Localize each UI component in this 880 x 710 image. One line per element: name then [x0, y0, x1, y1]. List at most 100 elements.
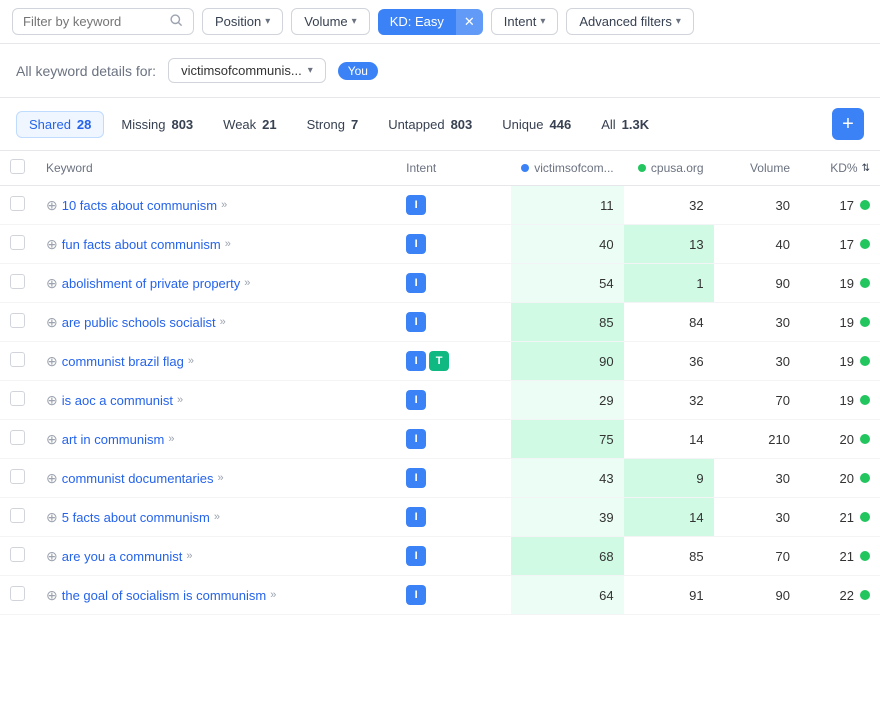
tab-unique[interactable]: Unique 446 [489, 111, 584, 138]
table-row: ⊕ communist brazil flag » IT90363019 [0, 342, 880, 381]
advanced-filters-button[interactable]: Advanced filters ▾ [566, 8, 694, 35]
kd-cell: 20 [800, 459, 880, 498]
kd-badge-label: KD: Easy [378, 9, 456, 34]
keyword-cell: ⊕ art in communism » [36, 420, 396, 459]
volume-cell: 30 [714, 186, 800, 225]
kd-value: 19 [840, 276, 854, 291]
intent-badge-t: T [429, 351, 449, 371]
row-checkbox-cell [0, 303, 36, 342]
chevron-down-icon: ▾ [352, 16, 357, 27]
keyword-link[interactable]: ⊕ fun facts about communism » [46, 236, 386, 253]
expand-icon: ⊕ [46, 470, 58, 487]
external-link-icon: » [177, 394, 183, 406]
volume-cell: 30 [714, 303, 800, 342]
volume-cell: 30 [714, 498, 800, 537]
row-checkbox[interactable] [10, 430, 25, 445]
row-checkbox-cell [0, 498, 36, 537]
header-row: All keyword details for: victimsofcommun… [0, 44, 880, 98]
row-checkbox[interactable] [10, 547, 25, 562]
keyword-link[interactable]: ⊕ are you a communist » [46, 548, 386, 565]
tab-strong[interactable]: Strong 7 [294, 111, 372, 138]
keyword-text: is aoc a communist [62, 393, 173, 408]
intent-cell: I [396, 498, 476, 536]
tab-missing[interactable]: Missing 803 [108, 111, 206, 138]
row-checkbox[interactable] [10, 352, 25, 367]
domain1-rank-cell: 43 [511, 459, 623, 498]
domain2-rank-cell: 14 [624, 498, 714, 537]
domain1-rank-cell: 85 [511, 303, 623, 342]
table-row: ⊕ are you a communist » I68857021 [0, 537, 880, 576]
kd-dot [860, 434, 870, 444]
kd-value: 19 [840, 315, 854, 330]
keyword-filter-input[interactable] [23, 14, 163, 29]
row-checkbox-cell [0, 264, 36, 303]
expand-icon: ⊕ [46, 548, 58, 565]
volume-filter-button[interactable]: Volume ▾ [291, 8, 369, 35]
row-checkbox[interactable] [10, 508, 25, 523]
tab-untapped[interactable]: Untapped 803 [375, 111, 485, 138]
row-checkbox[interactable] [10, 586, 25, 601]
volume-cell: 40 [714, 225, 800, 264]
header-label: All keyword details for: [16, 63, 156, 79]
keyword-text: are you a communist [62, 549, 183, 564]
row-checkbox[interactable] [10, 313, 25, 328]
keyword-text: fun facts about communism [62, 237, 221, 252]
select-all-header[interactable] [0, 151, 36, 186]
row-checkbox[interactable] [10, 391, 25, 406]
intent-badge-i: I [406, 195, 426, 215]
row-checkbox-cell [0, 186, 36, 225]
keyword-link[interactable]: ⊕ the goal of socialism is communism » [46, 587, 386, 604]
kd-value: 17 [840, 198, 854, 213]
keyword-text: abolishment of private property [62, 276, 240, 291]
kd-value: 20 [840, 471, 854, 486]
keyword-link[interactable]: ⊕ art in communism » [46, 431, 386, 448]
keyword-text: art in communism [62, 432, 165, 447]
keyword-link[interactable]: ⊕ communist documentaries » [46, 470, 386, 487]
add-button[interactable]: + [832, 108, 864, 140]
expand-icon: ⊕ [46, 275, 58, 292]
domain1-rank-cell: 64 [511, 576, 623, 615]
tab-shared[interactable]: Shared 28 [16, 111, 104, 138]
kd-dot [860, 200, 870, 210]
intent-cell: I [396, 381, 476, 419]
intent-cell: I [396, 264, 476, 302]
intent-badge-i: I [406, 351, 426, 371]
keyword-cell: ⊕ fun facts about communism » [36, 225, 396, 264]
intent-cell: I [396, 420, 476, 458]
keyword-link[interactable]: ⊕ 5 facts about communism » [46, 509, 386, 526]
intent-filter-button[interactable]: Intent ▾ [491, 8, 559, 35]
domain1-rank-cell: 11 [511, 186, 623, 225]
external-link-icon: » [214, 511, 220, 523]
intent-badge-i: I [406, 507, 426, 527]
filter-input-wrap[interactable] [12, 8, 194, 35]
position-filter-button[interactable]: Position ▾ [202, 8, 283, 35]
tab-weak[interactable]: Weak 21 [210, 111, 289, 138]
keyword-cell: ⊕ 10 facts about communism » [36, 186, 396, 225]
domain-selector[interactable]: victimsofcommunis... ▾ [168, 58, 326, 83]
keyword-link[interactable]: ⊕ is aoc a communist » [46, 392, 386, 409]
kd-dot [860, 473, 870, 483]
table-row: ⊕ fun facts about communism » I40134017 [0, 225, 880, 264]
tab-all[interactable]: All 1.3K [588, 111, 662, 138]
row-checkbox[interactable] [10, 469, 25, 484]
intent-badge-i: I [406, 312, 426, 332]
kd-badge-close-button[interactable]: ✕ [456, 9, 483, 35]
kd-filter-badge: KD: Easy ✕ [378, 9, 483, 35]
row-checkbox-cell [0, 459, 36, 498]
domain1-rank-cell: 90 [511, 342, 623, 381]
row-checkbox[interactable] [10, 235, 25, 250]
keyword-link[interactable]: ⊕ abolishment of private property » [46, 275, 386, 292]
keyword-cell: ⊕ are public schools socialist » [36, 303, 396, 342]
domain1-column-header: victimsofcom... [511, 151, 623, 186]
select-all-checkbox[interactable] [10, 159, 25, 174]
row-checkbox[interactable] [10, 196, 25, 211]
domain1-rank-cell: 40 [511, 225, 623, 264]
keyword-cell: ⊕ the goal of socialism is communism » [36, 576, 396, 615]
keyword-link[interactable]: ⊕ communist brazil flag » [46, 353, 386, 370]
external-link-icon: » [217, 472, 223, 484]
keyword-link[interactable]: ⊕ are public schools socialist » [46, 314, 386, 331]
row-checkbox[interactable] [10, 274, 25, 289]
kd-cell: 19 [800, 381, 880, 420]
keyword-link[interactable]: ⊕ 10 facts about communism » [46, 197, 386, 214]
kd-dot [860, 239, 870, 249]
